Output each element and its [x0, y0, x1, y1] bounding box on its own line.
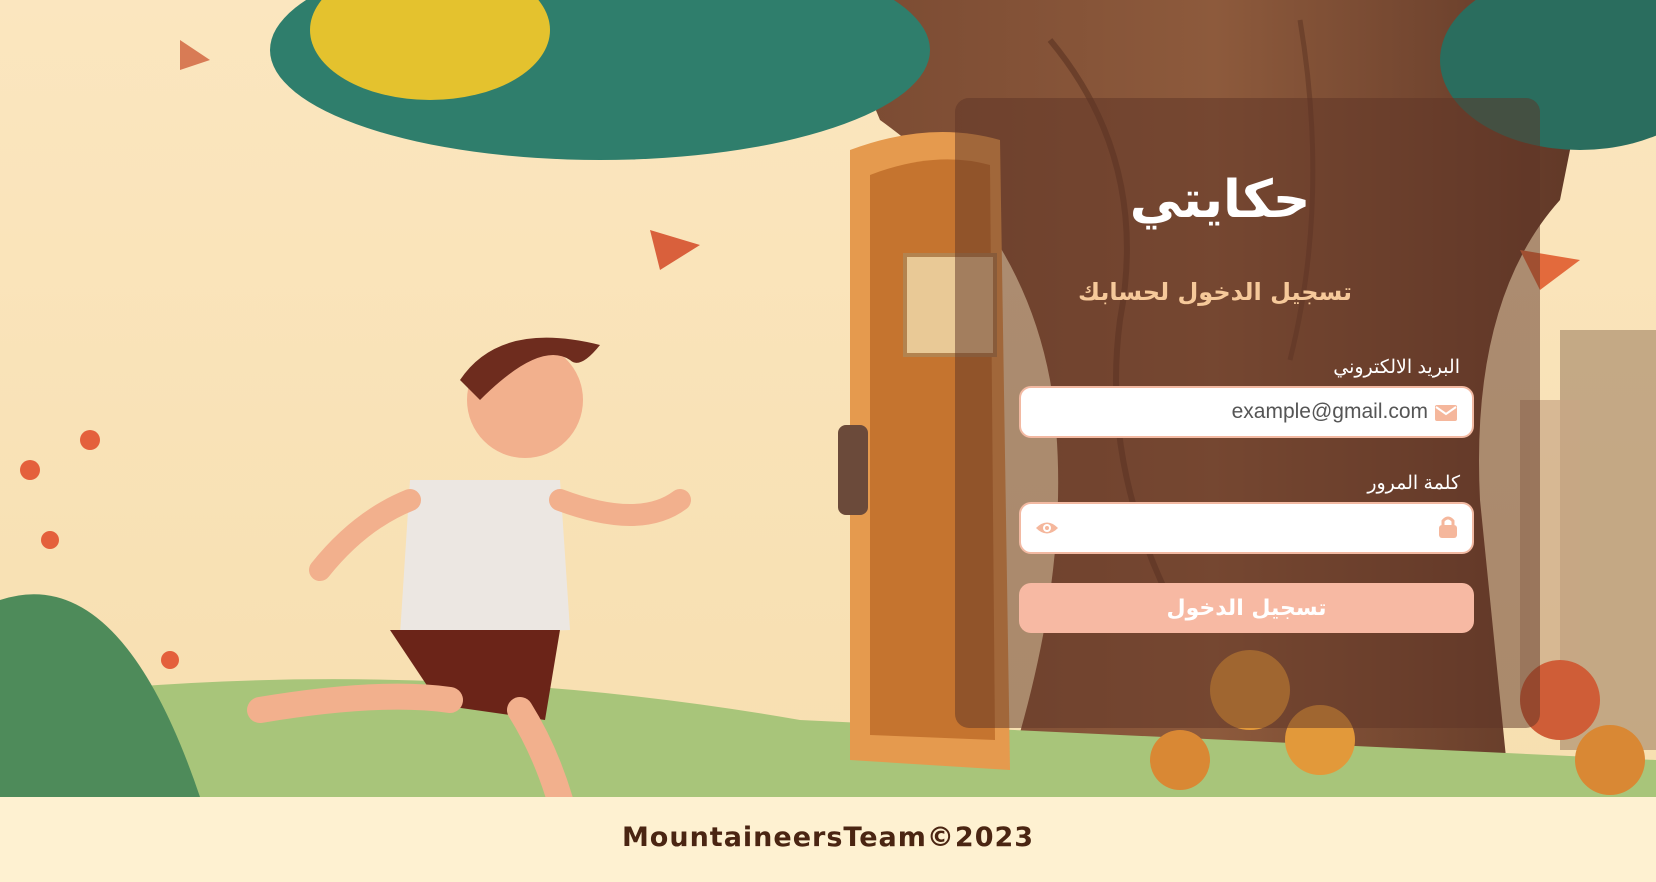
login-button[interactable]: تسجيل الدخول — [1019, 583, 1474, 633]
email-field[interactable]: example@gmail.com — [1019, 386, 1474, 438]
email-label: البريد الالكتروني — [1333, 357, 1460, 378]
password-label: كلمة المرور — [1367, 473, 1460, 494]
login-title: تسجيل الدخول لحسابك — [1077, 278, 1353, 306]
brand-name: حكايتي — [1129, 170, 1311, 230]
footer: MountaineersTeam©2023 — [0, 797, 1656, 882]
brand-logo: حكايتي — [1080, 170, 1360, 250]
eye-icon[interactable] — [1035, 519, 1059, 537]
lock-icon — [1439, 516, 1457, 538]
email-value: example@gmail.com — [1231, 400, 1428, 423]
footer-copyright: MountaineersTeam©2023 — [621, 822, 1035, 853]
envelope-icon — [1435, 405, 1457, 421]
password-field[interactable] — [1019, 502, 1474, 554]
